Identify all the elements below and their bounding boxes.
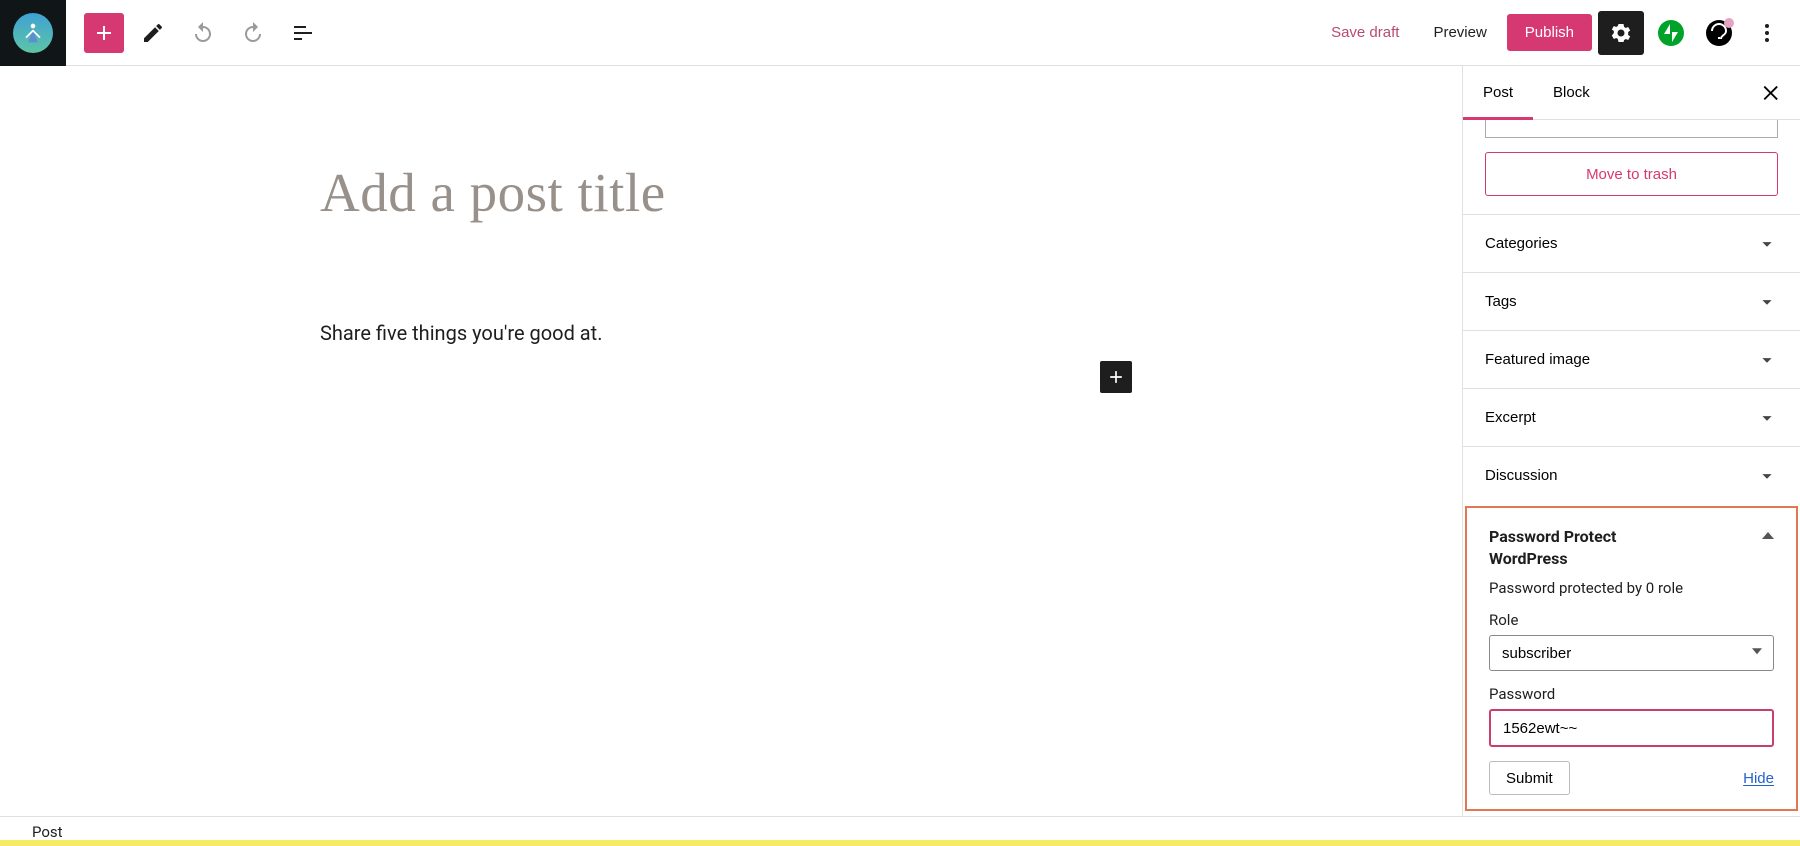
role-select[interactable]: subscriber [1489, 635, 1774, 671]
close-sidebar-button[interactable] [1754, 75, 1790, 111]
insert-block-button[interactable] [1100, 361, 1132, 393]
section-label: Excerpt [1485, 409, 1536, 426]
chevron-down-icon [1756, 349, 1778, 371]
publish-button[interactable]: Publish [1507, 14, 1592, 51]
breadcrumb: Post [32, 823, 63, 841]
status-bar: Post [0, 816, 1800, 846]
section-label: Categories [1485, 235, 1558, 252]
edit-tool-button[interactable] [132, 13, 174, 53]
password-label: Password [1489, 685, 1774, 703]
role-label: Role [1489, 611, 1774, 629]
post-title-input[interactable]: Add a post title [320, 161, 666, 224]
password-protect-panel: Password Protect WordPress Password prot… [1465, 506, 1798, 811]
section-featured-image[interactable]: Featured image [1463, 330, 1800, 388]
jetpack-icon [1658, 20, 1684, 46]
chevron-down-icon [1756, 407, 1778, 429]
chevron-down-icon [1756, 291, 1778, 313]
password-input[interactable] [1489, 709, 1774, 747]
section-tags[interactable]: Tags [1463, 272, 1800, 330]
save-draft-button[interactable]: Save draft [1317, 14, 1413, 51]
help-button[interactable] [1698, 13, 1740, 53]
chevron-down-icon [1756, 233, 1778, 255]
settings-sidebar: Post Block Move to trash Categories Tags… [1462, 66, 1800, 816]
jetpack-button[interactable] [1650, 13, 1692, 53]
help-icon [1706, 20, 1732, 46]
tab-post[interactable]: Post [1463, 66, 1533, 120]
section-label: Tags [1485, 293, 1517, 310]
chevron-down-icon [1756, 465, 1778, 487]
preview-button[interactable]: Preview [1419, 14, 1500, 51]
list-view-button[interactable] [282, 13, 324, 53]
section-label: Discussion [1485, 467, 1558, 484]
move-to-trash-button[interactable]: Move to trash [1485, 152, 1778, 196]
top-toolbar: Save draft Preview Publish [0, 0, 1800, 66]
tab-block[interactable]: Block [1533, 66, 1610, 120]
submit-button[interactable]: Submit [1489, 761, 1570, 795]
redo-button[interactable] [232, 13, 274, 53]
site-logo[interactable] [0, 0, 66, 66]
section-excerpt[interactable]: Excerpt [1463, 388, 1800, 446]
add-block-button[interactable] [84, 13, 124, 53]
site-avatar [13, 13, 53, 53]
collapse-up-icon[interactable] [1762, 532, 1774, 539]
settings-button[interactable] [1598, 11, 1644, 55]
hide-link[interactable]: Hide [1743, 770, 1774, 787]
panel-title: Password Protect WordPress [1489, 526, 1616, 569]
section-discussion[interactable]: Discussion [1463, 446, 1800, 504]
section-categories[interactable]: Categories [1463, 214, 1800, 272]
sidebar-tabs: Post Block [1463, 66, 1800, 120]
protection-status: Password protected by 0 role [1489, 579, 1774, 597]
editor-canvas[interactable]: Add a post title Share five things you'r… [0, 66, 1462, 816]
section-label: Featured image [1485, 351, 1590, 368]
partial-panel-top [1485, 120, 1778, 138]
more-options-button[interactable] [1746, 13, 1788, 53]
post-body-prompt[interactable]: Share five things you're good at. [320, 321, 603, 345]
undo-button[interactable] [182, 13, 224, 53]
